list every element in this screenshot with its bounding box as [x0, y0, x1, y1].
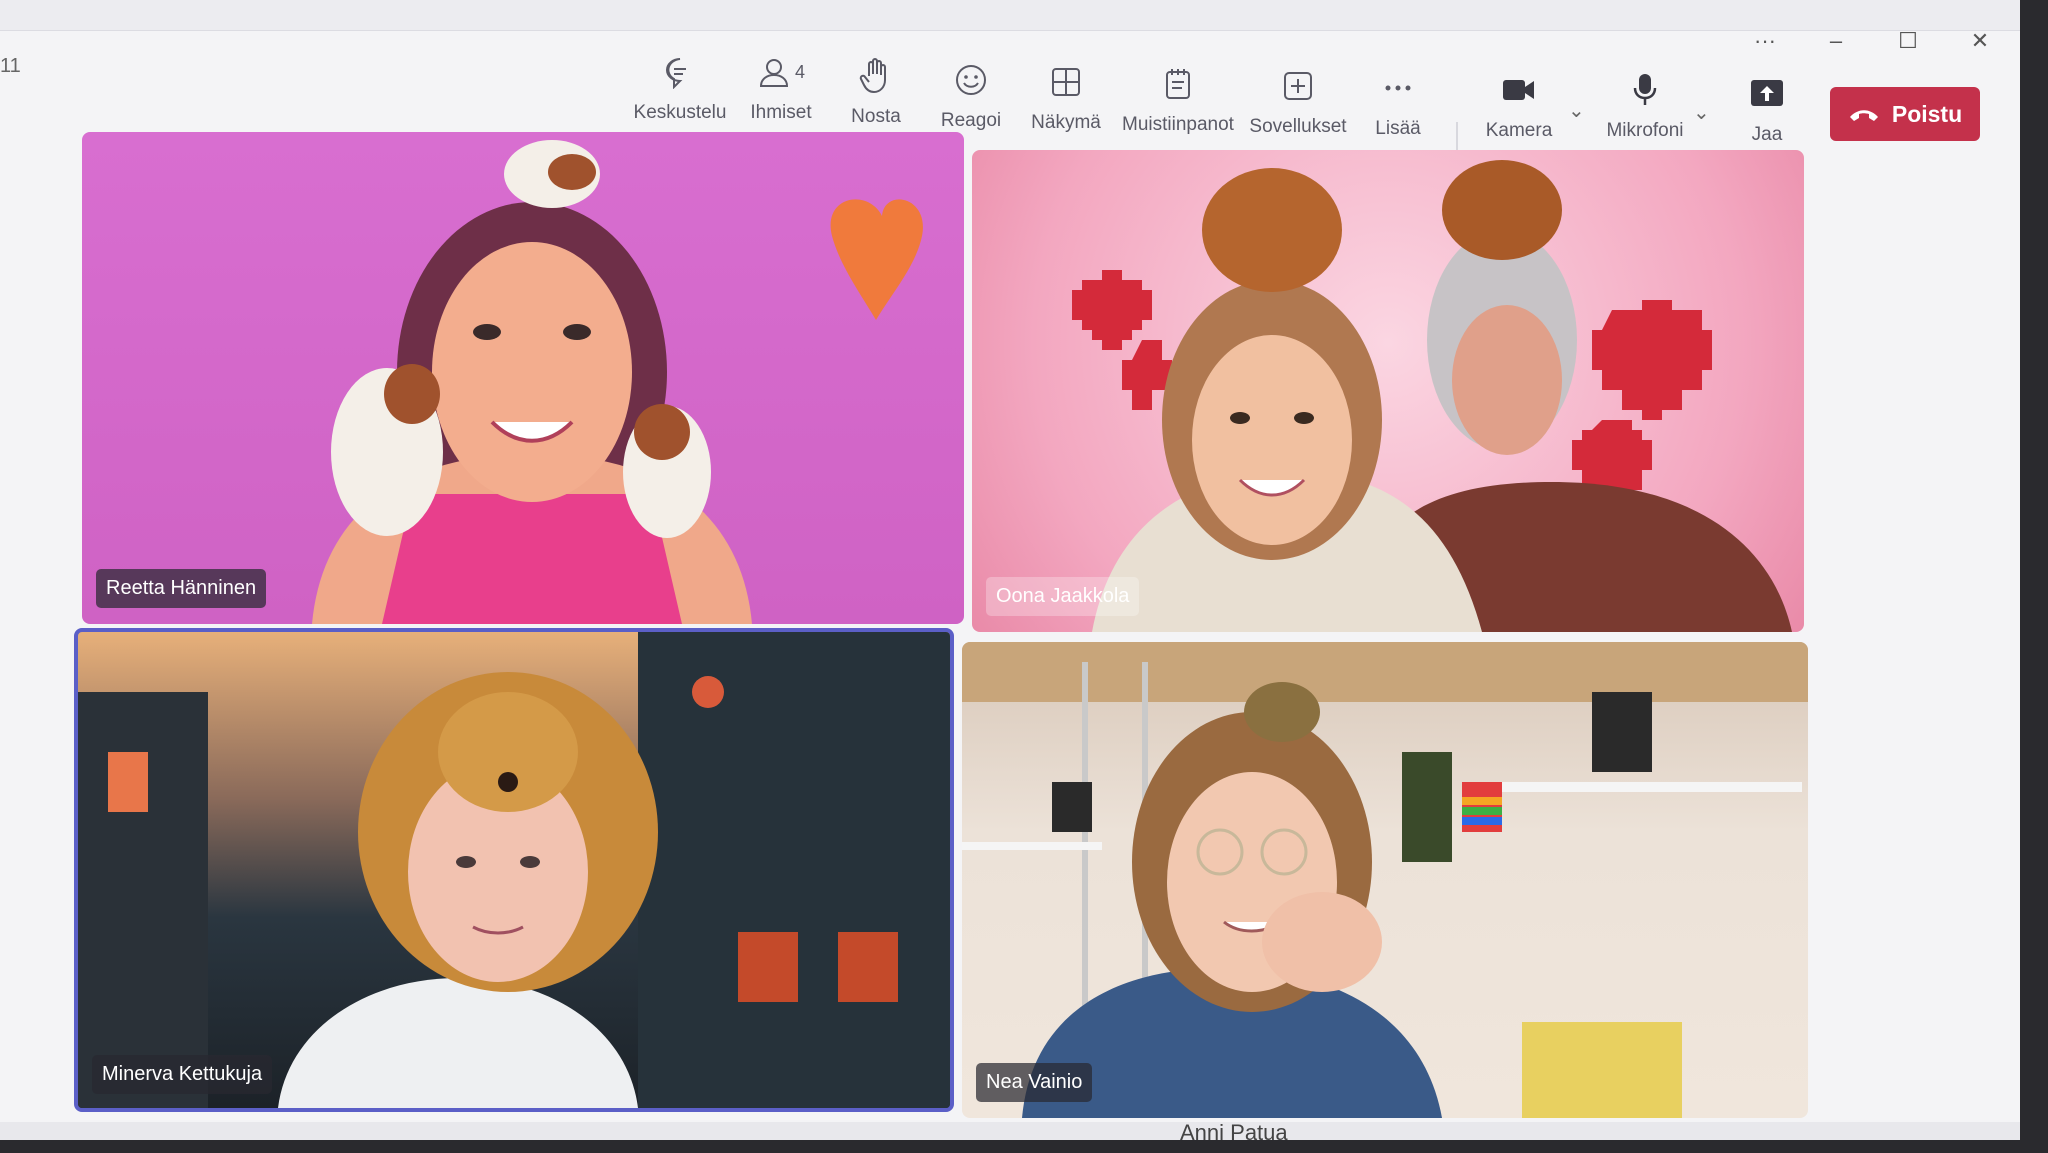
- participant-video: [1072, 160, 1792, 632]
- participant-name: Oona Jaakkola: [986, 577, 1140, 616]
- share-label: Jaa: [1751, 124, 1783, 145]
- participant-name: Nea Vainio: [976, 1063, 1093, 1102]
- camera-options-chevron[interactable]: ⌄: [1568, 98, 1585, 123]
- more-label: Lisää: [1375, 118, 1421, 139]
- notes-icon: [1166, 69, 1190, 99]
- camera-icon: [1503, 80, 1534, 100]
- participant-name: Reetta Hänninen: [96, 569, 267, 608]
- view-button[interactable]: Näkymä: [1022, 60, 1110, 160]
- apps-button[interactable]: Sovellukset: [1246, 64, 1350, 164]
- chat-icon: [666, 58, 686, 89]
- leave-label: Poistu: [1891, 100, 1963, 127]
- chat-label: Keskustelu: [633, 102, 727, 123]
- notes-button[interactable]: Muistiinpanot: [1118, 62, 1238, 162]
- view-label: Näkymä: [1031, 112, 1101, 133]
- camera-label: Kamera: [1485, 120, 1553, 141]
- people-count: 4: [794, 61, 805, 82]
- people-icon: [759, 59, 788, 87]
- title-bar: [0, 0, 2020, 31]
- raise-hand-icon: [859, 58, 886, 94]
- bottom-bar: [0, 1122, 2020, 1140]
- raise-hand-label: Nosta: [851, 106, 901, 127]
- teams-meeting-window: ··· – ☐ ✕ 11 Keskustelu 4 Ihmiset Nosta …: [0, 0, 2020, 1140]
- participant-name: Minerva Kettukuja: [92, 1055, 273, 1094]
- grid-view-icon: [1052, 68, 1080, 96]
- microphone-options-chevron[interactable]: ⌄: [1693, 100, 1710, 125]
- participant-video: [78, 632, 950, 1108]
- apps-label: Sovellukset: [1249, 116, 1347, 137]
- leave-button[interactable]: Poistu: [1830, 87, 1980, 141]
- bottom-participant-name: Anni Patua: [1180, 1120, 1288, 1140]
- more-dots-icon: [1385, 85, 1411, 91]
- microphone-label: Mikrofoni: [1606, 120, 1684, 141]
- share-icon: [1751, 80, 1783, 106]
- notes-label: Muistiinpanot: [1122, 114, 1234, 135]
- video-tile[interactable]: Nea Vainio: [962, 642, 1808, 1118]
- plus-square-icon: [1284, 72, 1312, 100]
- participant-video: [312, 140, 923, 624]
- phone-hangup-icon: [1849, 110, 1878, 121]
- people-label: Ihmiset: [750, 102, 812, 123]
- microphone-icon: [1633, 74, 1657, 105]
- smiley-icon: [956, 65, 986, 95]
- video-tile[interactable]: Oona Jaakkola: [972, 150, 1804, 632]
- participant-video: [962, 642, 1808, 1118]
- active-video-tile[interactable]: Minerva Kettukuja: [74, 628, 954, 1112]
- react-label: Reagoi: [940, 110, 1002, 131]
- video-tile[interactable]: Reetta Hänninen: [82, 132, 964, 624]
